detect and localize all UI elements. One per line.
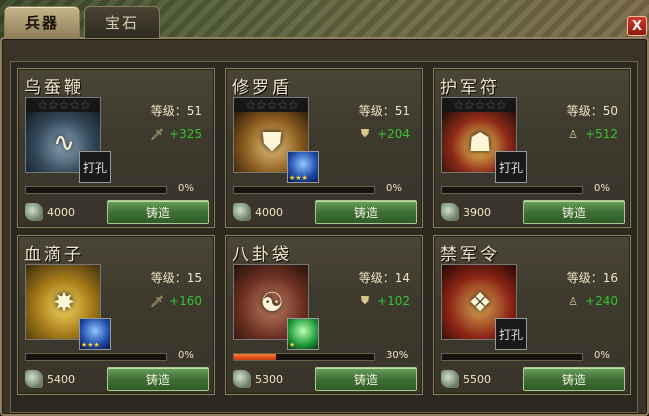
forge-button[interactable]: 铸造 [315, 200, 417, 224]
silver-icon [25, 370, 43, 388]
forge-button[interactable]: 铸造 [315, 367, 417, 391]
forge-cost: 4000 [255, 206, 283, 219]
sword-icon: 🗡 [150, 294, 165, 308]
silver-icon [233, 203, 251, 221]
attack-stat: 🗡 +160 [150, 294, 202, 308]
forge-window: 兵器 宝石 X 乌蚕鞭 ★★★★★ ∿ 打孔 等级：51 🗡 +325 0% 4… [0, 6, 649, 416]
stat-value: +325 [169, 127, 202, 141]
item-name: 修罗盾 [232, 78, 292, 98]
blue-gem-socket[interactable]: ★★★ [287, 151, 319, 183]
forge-button[interactable]: 铸造 [523, 200, 625, 224]
stat-value: +160 [169, 294, 202, 308]
star-rating: ★★★★★ [26, 98, 100, 112]
forge-cost: 5400 [47, 373, 75, 386]
stat-value: +102 [377, 294, 410, 308]
forge-progress-bar [233, 353, 375, 361]
silver-icon [233, 370, 251, 388]
progress-fill [234, 354, 276, 360]
star-rating: ★★★★★ [234, 98, 308, 112]
talisman-icon: ☗ [468, 128, 492, 158]
forge-progress-bar [233, 186, 375, 194]
level-text: 等级：51 [358, 104, 410, 118]
order-token-icon: ❖ [468, 288, 492, 318]
forge-button[interactable]: 铸造 [523, 367, 625, 391]
blood-drop-icon: ✸ [53, 288, 75, 318]
punch-socket-button[interactable]: 打孔 [495, 151, 527, 183]
panel-frame: 乌蚕鞭 ★★★★★ ∿ 打孔 等级：51 🗡 +325 0% 4000 铸造 修… [0, 37, 649, 416]
forge-button[interactable]: 铸造 [107, 200, 209, 224]
item-card: 乌蚕鞭 ★★★★★ ∿ 打孔 等级：51 🗡 +325 0% 4000 铸造 [17, 68, 215, 228]
person-icon: ♙ [568, 294, 578, 308]
person-icon: ♙ [568, 127, 578, 141]
yin-yang-icon: ☯ [260, 288, 284, 318]
punch-socket-button[interactable]: 打孔 [79, 151, 111, 183]
progress-percent: 0% [178, 350, 194, 361]
whip-icon: ∿ [53, 128, 75, 158]
progress-percent: 0% [386, 183, 402, 194]
star-rating: ★★★★★ [442, 98, 516, 112]
tab-bar: 兵器 宝石 [4, 6, 160, 38]
progress-percent: 0% [178, 183, 194, 194]
punch-socket-button[interactable]: 打孔 [495, 318, 527, 350]
forge-progress-bar [441, 186, 583, 194]
forge-button[interactable]: 铸造 [107, 367, 209, 391]
silver-icon [441, 370, 459, 388]
level-text: 等级：15 [150, 271, 202, 285]
level-text: 等级：14 [358, 271, 410, 285]
item-name: 禁军令 [440, 245, 500, 265]
item-card: 血滴子 ✸ ★★★ 等级：15 🗡 +160 0% 5400 铸造 [17, 235, 215, 395]
level-text: 等级：51 [150, 104, 202, 118]
gem-stars: ★★★ [289, 174, 308, 182]
lion-shield-icon: ⛊ [262, 127, 282, 158]
attack-stat: 🗡 +325 [150, 127, 202, 141]
item-card: 八卦袋 ☯ ★ 等级：14 ⛊ +102 30% 5300 铸造 [225, 235, 423, 395]
forge-progress-bar [441, 353, 583, 361]
green-gem-socket[interactable]: ★ [287, 318, 319, 350]
blue-gem-socket[interactable]: ★★★ [79, 318, 111, 350]
item-card: 护军符 ★★★★★ ☗ 打孔 等级：50 ♙ +512 0% 3900 铸造 [433, 68, 631, 228]
forge-progress-bar [25, 186, 167, 194]
silver-icon [441, 203, 459, 221]
stat-value: +204 [377, 127, 410, 141]
shield-icon: ⛊ [360, 294, 370, 307]
item-name: 八卦袋 [232, 245, 292, 265]
defense-stat: ⛊ +102 [359, 294, 410, 308]
level-text: 等级：50 [566, 104, 618, 118]
progress-percent: 30% [386, 350, 409, 361]
forge-cost: 3900 [463, 206, 491, 219]
item-name: 乌蚕鞭 [24, 78, 84, 98]
silver-icon [25, 203, 43, 221]
item-name: 护军符 [440, 78, 500, 98]
gem-stars: ★★★ [81, 341, 100, 349]
health-stat: ♙ +512 [567, 127, 618, 141]
item-card: 禁军令 ❖ 打孔 等级：16 ♙ +240 0% 5500 铸造 [433, 235, 631, 395]
health-stat: ♙ +240 [567, 294, 618, 308]
stat-value: +512 [585, 127, 618, 141]
tab-weapons[interactable]: 兵器 [4, 6, 80, 38]
level-text: 等级：16 [566, 271, 618, 285]
item-card: 修罗盾 ★★★★★ ⛊ ★★★ 等级：51 ⛊ +204 0% 4000 铸造 [225, 68, 423, 228]
defense-stat: ⛊ +204 [359, 127, 410, 141]
forge-progress-bar [25, 353, 167, 361]
gem-stars: ★ [289, 341, 296, 349]
forge-cost: 4000 [47, 206, 75, 219]
progress-percent: 0% [594, 350, 610, 361]
stat-value: +240 [585, 294, 618, 308]
forge-cost: 5500 [463, 373, 491, 386]
progress-percent: 0% [594, 183, 610, 194]
close-button[interactable]: X [627, 16, 647, 36]
item-grid: 乌蚕鞭 ★★★★★ ∿ 打孔 等级：51 🗡 +325 0% 4000 铸造 修… [10, 61, 638, 413]
forge-cost: 5300 [255, 373, 283, 386]
tab-gems[interactable]: 宝石 [84, 6, 160, 38]
sword-icon: 🗡 [150, 127, 165, 141]
item-name: 血滴子 [24, 245, 84, 265]
shield-icon: ⛊ [360, 127, 370, 140]
